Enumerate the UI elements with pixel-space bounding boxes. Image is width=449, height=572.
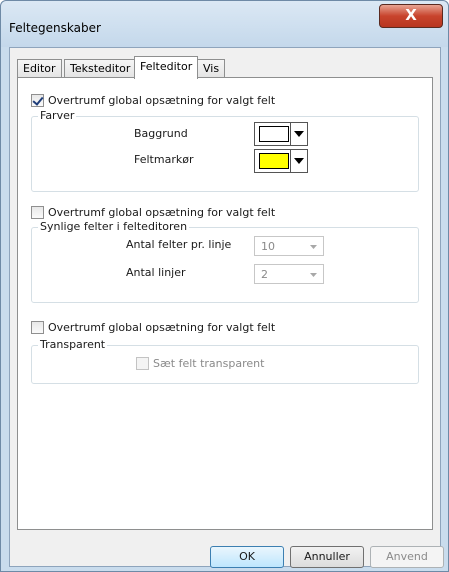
highlighter-color-swatch	[259, 153, 289, 169]
visible-fields-group-title: Synlige felter i felteditoren	[38, 220, 190, 233]
window-title: Feltegenskaber	[9, 21, 101, 35]
override-transparent-checkbox[interactable]	[31, 321, 44, 334]
transparent-group: Transparent Sæt felt transparent	[31, 338, 419, 384]
override-colors-checkbox[interactable]	[31, 94, 44, 107]
lines-value: 2	[261, 268, 268, 281]
fields-per-line-value: 10	[261, 240, 275, 253]
tab-felteditor[interactable]: Felteditor	[134, 56, 199, 79]
lines-label: Antal linjer	[126, 266, 186, 279]
lines-select[interactable]: 2	[254, 264, 324, 284]
fields-per-line-select[interactable]: 10	[254, 236, 324, 256]
transparent-label: Sæt felt transparent	[153, 357, 265, 370]
close-icon: X	[405, 6, 417, 24]
override-colors-label: Overtrumf global opsætning for valgt fel…	[48, 94, 276, 107]
transparent-group-title: Transparent	[38, 338, 108, 351]
background-dropdown-button[interactable]	[290, 123, 307, 145]
visible-fields-group: Synlige felter i felteditoren Antal felt…	[31, 220, 419, 303]
chevron-down-icon	[294, 131, 304, 137]
override-visible-fields-label: Overtrumf global opsætning for valgt fel…	[48, 206, 276, 219]
fields-per-line-label: Antal felter pr. linje	[126, 238, 232, 251]
close-button[interactable]: X	[379, 4, 443, 28]
title-bar: Feltegenskaber X	[1, 1, 448, 47]
override-visible-fields-checkbox[interactable]	[31, 206, 44, 219]
tab-teksteditor[interactable]: Teksteditor	[64, 59, 137, 77]
colors-group: Farver Baggrund Feltmarkør	[31, 109, 419, 192]
cancel-button[interactable]: Annuller	[290, 546, 364, 568]
ok-button[interactable]: OK	[210, 546, 284, 568]
colors-group-title: Farver	[38, 109, 77, 122]
background-color-swatch	[259, 126, 289, 142]
background-label: Baggrund	[134, 127, 188, 140]
chevron-down-icon	[310, 273, 317, 277]
properties-dialog: Feltegenskaber X Editor Teksteditor Felt…	[0, 0, 449, 572]
chevron-down-icon	[294, 158, 304, 164]
dialog-client-area: Editor Teksteditor Felteditor Vis Overtr…	[9, 47, 444, 568]
highlighter-label: Feltmarkør	[134, 153, 194, 166]
felteditor-tab-panel: Overtrumf global opsætning for valgt fel…	[17, 77, 433, 530]
tab-editor[interactable]: Editor	[17, 59, 62, 77]
transparent-checkbox[interactable]	[136, 357, 149, 370]
tab-vis[interactable]: Vis	[197, 59, 226, 77]
background-color-picker[interactable]	[254, 122, 308, 146]
highlighter-dropdown-button[interactable]	[290, 150, 307, 172]
override-transparent-label: Overtrumf global opsætning for valgt fel…	[48, 321, 276, 334]
highlighter-color-picker[interactable]	[254, 149, 308, 173]
chevron-down-icon	[310, 245, 317, 249]
apply-button[interactable]: Anvend	[370, 546, 444, 568]
